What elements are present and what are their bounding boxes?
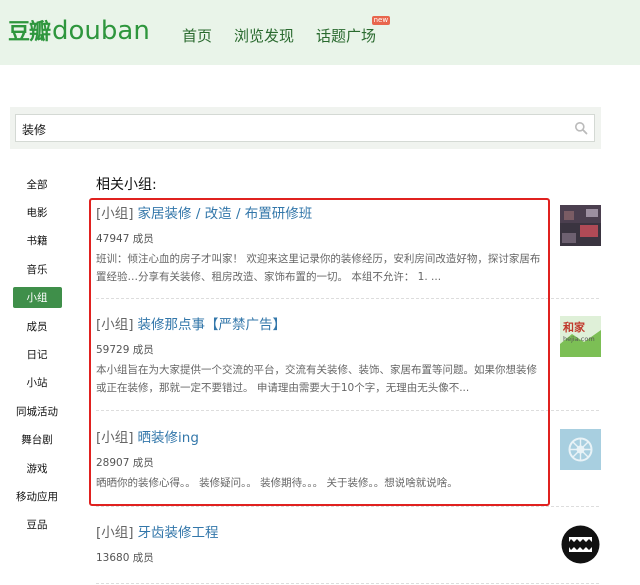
result-tag: [小组] <box>96 525 134 541</box>
filter-group[interactable]: 小组 <box>8 284 66 312</box>
logo-en-text: douban <box>52 16 150 46</box>
filter-label: 书籍 <box>26 235 48 248</box>
result-members: 13680 成员 <box>96 552 154 564</box>
nav-home[interactable]: 首页 <box>182 25 212 46</box>
filter-label: 音乐 <box>26 263 48 276</box>
result-name-link[interactable]: 牙齿装修工程 <box>138 525 219 541</box>
filter-app[interactable]: 移动应用 <box>8 482 66 510</box>
filter-event[interactable]: 同城活动 <box>8 397 66 425</box>
filter-label: 游戏 <box>26 462 48 475</box>
result-divider <box>96 506 599 507</box>
filter-movie[interactable]: 电影 <box>8 198 66 226</box>
filter-book[interactable]: 书籍 <box>8 227 66 255</box>
filter-label: 日记 <box>26 349 48 362</box>
result-item: [小组] 牙齿装修工程 13680 成员 <box>96 524 601 565</box>
filter-drama[interactable]: 舞台剧 <box>8 426 66 454</box>
filter-game[interactable]: 游戏 <box>8 454 66 482</box>
nav-explore[interactable]: 浏览发现 <box>234 25 294 46</box>
category-filter: 全部 电影 书籍 音乐 小组 成员 日记 小站 同城活动 舞台剧 游戏 移动应用… <box>8 170 66 539</box>
filter-label: 全部 <box>26 178 48 191</box>
filter-label: 小站 <box>26 377 48 390</box>
highlight-box <box>89 198 550 506</box>
logo-cn-text: 豆瓣 <box>8 20 51 45</box>
main-nav: 首页 浏览发现 话题广场 new <box>182 16 398 46</box>
filter-label: 成员 <box>26 320 48 333</box>
hejia-url-text: hejia.com <box>563 335 595 343</box>
nav-topics-label: 话题广场 <box>316 27 377 45</box>
result-title: [小组] 牙齿装修工程 <box>96 524 601 542</box>
search-icon[interactable] <box>574 121 588 135</box>
result-divider <box>96 583 599 584</box>
search-input[interactable] <box>22 119 562 139</box>
new-badge: new <box>371 16 391 25</box>
douban-logo[interactable]: 豆瓣 douban <box>8 14 150 46</box>
flower-emblem-icon[interactable] <box>560 429 601 470</box>
filter-label: 豆品 <box>26 519 48 532</box>
hejia-logo-icon[interactable]: 和家 hejia.com <box>560 316 601 357</box>
filter-all[interactable]: 全部 <box>8 170 66 198</box>
filter-label: 小组 <box>12 287 62 309</box>
filter-goods[interactable]: 豆品 <box>8 511 66 539</box>
filter-label: 电影 <box>26 207 48 220</box>
filter-diary[interactable]: 日记 <box>8 340 66 368</box>
search-box <box>15 114 595 142</box>
filter-label: 舞台剧 <box>21 434 53 447</box>
nav-topics[interactable]: 话题广场 new <box>316 16 391 46</box>
room-photo-icon[interactable] <box>560 205 601 246</box>
hejia-logo-text: 和家 <box>563 320 586 334</box>
search-bar <box>10 107 601 149</box>
filter-label: 移动应用 <box>16 490 58 503</box>
teeth-badge-icon[interactable] <box>560 524 601 565</box>
filter-member[interactable]: 成员 <box>8 312 66 340</box>
filter-site[interactable]: 小站 <box>8 369 66 397</box>
results-heading: 相关小组: <box>96 177 157 193</box>
top-header: 豆瓣 douban 首页 浏览发现 话题广场 new <box>0 0 640 65</box>
filter-music[interactable]: 音乐 <box>8 255 66 283</box>
filter-label: 同城活动 <box>16 405 58 418</box>
